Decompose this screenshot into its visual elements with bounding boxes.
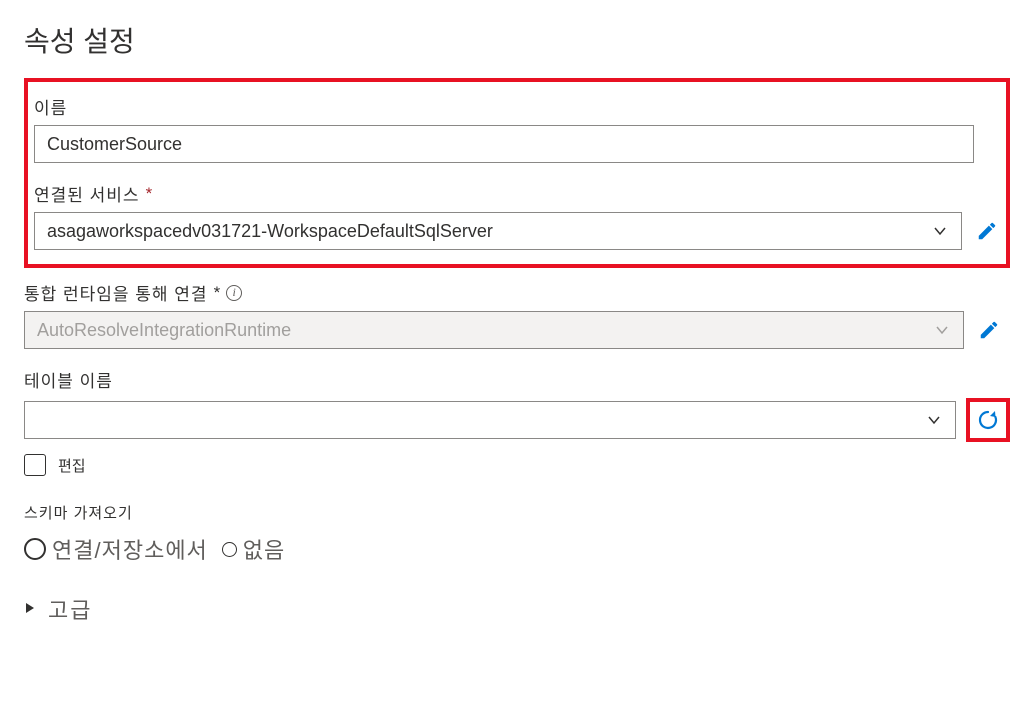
edit-linked-service-icon[interactable] bbox=[974, 218, 1000, 244]
refresh-highlight-box bbox=[966, 398, 1010, 442]
caret-right-icon bbox=[24, 601, 36, 618]
edit-checkbox-label: 편집 bbox=[58, 455, 86, 476]
linked-service-value: asagaworkspacedv031721-WorkspaceDefaultS… bbox=[47, 221, 493, 242]
table-name-field-group: 테이블 이름 편집 bbox=[24, 367, 1010, 476]
radio-from-connection[interactable] bbox=[24, 538, 46, 560]
radio-none[interactable] bbox=[222, 542, 237, 557]
table-name-select[interactable] bbox=[24, 401, 956, 439]
page-title: 속성 설정 bbox=[24, 20, 1010, 60]
integration-runtime-field-group: 통합 런타임을 통해 연결 * i AutoResolveIntegration… bbox=[24, 280, 1010, 349]
info-icon[interactable]: i bbox=[226, 285, 242, 301]
schema-radio-row: 연결/저장소에서 없음 bbox=[24, 533, 1010, 565]
name-field-group: 이름 bbox=[34, 94, 1000, 163]
integration-runtime-label: 통합 런타임을 통해 연결 * i bbox=[24, 280, 1010, 305]
radio-from-connection-label: 연결/저장소에서 bbox=[52, 533, 208, 565]
radio-none-label: 없음 bbox=[243, 533, 285, 565]
integration-runtime-select: AutoResolveIntegrationRuntime bbox=[24, 311, 964, 349]
chevron-down-icon bbox=[933, 321, 951, 339]
chevron-down-icon bbox=[931, 222, 949, 240]
linked-service-select[interactable]: asagaworkspacedv031721-WorkspaceDefaultS… bbox=[34, 212, 962, 250]
schema-import-section: 스키마 가져오기 연결/저장소에서 없음 bbox=[24, 502, 1010, 565]
edit-checkbox[interactable] bbox=[24, 454, 46, 476]
advanced-label: 고급 bbox=[48, 593, 92, 625]
integration-runtime-value: AutoResolveIntegrationRuntime bbox=[37, 320, 291, 341]
name-label: 이름 bbox=[34, 94, 1000, 119]
table-name-label: 테이블 이름 bbox=[24, 367, 1010, 392]
linked-service-label: 연결된 서비스 * bbox=[34, 181, 1000, 206]
name-input[interactable] bbox=[34, 125, 974, 163]
highlighted-properties-box: 이름 연결된 서비스 * asagaworkspacedv031721-Work… bbox=[24, 78, 1010, 268]
required-star: * bbox=[146, 184, 153, 204]
edit-integration-runtime-icon[interactable] bbox=[976, 317, 1002, 343]
edit-checkbox-row: 편집 bbox=[24, 454, 1010, 476]
chevron-down-icon bbox=[925, 411, 943, 429]
advanced-toggle[interactable]: 고급 bbox=[24, 593, 1010, 625]
refresh-icon[interactable] bbox=[972, 404, 1004, 436]
schema-import-label: 스키마 가져오기 bbox=[24, 502, 1010, 523]
linked-service-field-group: 연결된 서비스 * asagaworkspacedv031721-Workspa… bbox=[34, 181, 1000, 250]
